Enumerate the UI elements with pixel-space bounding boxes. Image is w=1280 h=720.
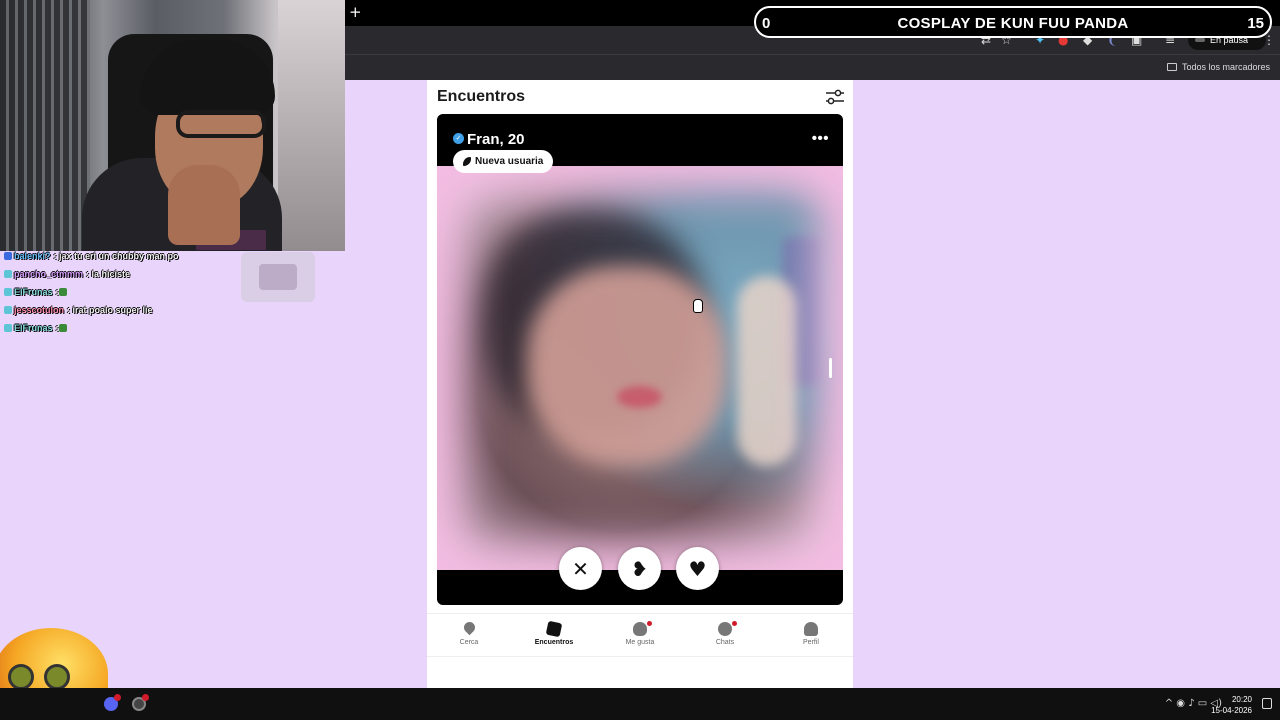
nav-item-chats[interactable]: Chats bbox=[690, 621, 760, 646]
chat-text: : irat poalo super lie bbox=[67, 305, 153, 315]
photo-scroll-indicator bbox=[829, 358, 832, 378]
chat-message: ElFrunas: bbox=[4, 322, 334, 340]
new-user-label: Nueva usuaria bbox=[475, 156, 544, 167]
all-bookmarks-button[interactable]: Todos los marcadores bbox=[1166, 62, 1270, 72]
overlay-ghost-icon bbox=[241, 252, 315, 302]
more-options-icon[interactable]: ••• bbox=[812, 130, 829, 147]
like-button[interactable]: ♥ bbox=[676, 547, 719, 590]
chat-emote-icon bbox=[58, 324, 67, 332]
streamer-hand bbox=[168, 165, 240, 245]
notification-badge bbox=[142, 694, 149, 701]
notification-icon[interactable] bbox=[1262, 698, 1272, 709]
bottom-navigation: Cerca Encuentros Me gusta Chats Perfil bbox=[427, 613, 853, 657]
chat-text: : jax tu eri un chubby man po bbox=[53, 251, 179, 261]
all-bookmarks-label: Todos los marcadores bbox=[1181, 62, 1270, 72]
nav-label: Encuentros bbox=[534, 639, 574, 646]
clock-time: 20:20 bbox=[1231, 695, 1252, 704]
emoji-eye bbox=[44, 664, 70, 690]
chat-bubble-icon bbox=[718, 622, 732, 636]
nav-label: Me gusta bbox=[625, 639, 655, 646]
new-user-badge: Nueva usuaria bbox=[453, 150, 554, 173]
hand-cursor-icon bbox=[693, 299, 703, 313]
location-pin-icon bbox=[461, 619, 477, 636]
chat-badge-icon bbox=[4, 306, 12, 314]
avatar bbox=[1195, 38, 1205, 42]
glasses bbox=[176, 110, 266, 138]
profile-photo[interactable] bbox=[437, 166, 843, 570]
nav-label: Perfil bbox=[803, 639, 819, 646]
heart-chat-icon bbox=[633, 622, 647, 636]
person-icon bbox=[804, 622, 818, 636]
notification-badge bbox=[114, 694, 121, 701]
nav-item-encuentros[interactable]: Encuentros bbox=[519, 620, 589, 646]
chat-username[interactable]: pancho_ctmmm bbox=[14, 269, 83, 279]
verified-check-icon: ✓ bbox=[453, 133, 464, 144]
chat-username[interactable]: ElFrunas bbox=[14, 287, 53, 297]
new-tab-button[interactable]: + bbox=[349, 3, 362, 21]
close-icon: ✕ bbox=[572, 556, 589, 581]
taskbar: ^ ◉ ♪ ▭ ◁) 20:20 15-04-2026 bbox=[0, 688, 1280, 720]
cards-icon bbox=[545, 620, 563, 638]
nav-label: Chats bbox=[715, 639, 735, 646]
chat-badge-icon bbox=[4, 252, 12, 260]
chat-badge-icon bbox=[4, 270, 12, 278]
crush-button[interactable]: ❥ bbox=[618, 547, 661, 590]
stream-counter-overlay: 0 COSPLAY DE KUN FUU PANDA 15 bbox=[754, 6, 1272, 38]
chat-text: : la hiciste bbox=[86, 269, 131, 279]
heart-icon: ♥ bbox=[688, 556, 707, 581]
photo-vignette bbox=[437, 166, 843, 570]
folder-icon bbox=[1166, 63, 1177, 71]
chat-username[interactable]: ElFrunas bbox=[14, 323, 53, 333]
nav-item-perfil[interactable]: Perfil bbox=[776, 622, 846, 646]
notification-dot bbox=[732, 621, 737, 626]
page-title: Encuentros bbox=[437, 88, 526, 105]
chat-username[interactable]: jesscotulon bbox=[14, 305, 64, 315]
overlay-title: COSPLAY DE KUN FUU PANDA bbox=[897, 15, 1129, 32]
nav-item-me-gusta[interactable]: Me gusta bbox=[605, 621, 675, 646]
chat-badge-icon bbox=[4, 324, 12, 332]
counter-right: 15 bbox=[1247, 15, 1264, 32]
emoji-eye bbox=[8, 664, 34, 690]
profile-name-age: Fran, 20 bbox=[467, 131, 525, 148]
clock[interactable]: 20:20 15-04-2026 bbox=[1211, 694, 1252, 716]
window-blind bbox=[0, 0, 90, 251]
dating-app-panel: Encuentros ✓ Fran, 20 ••• Nueva usuaria … bbox=[427, 80, 853, 688]
webcam-feed bbox=[0, 0, 345, 251]
leaf-icon bbox=[463, 157, 471, 166]
nav-label: Cerca bbox=[459, 639, 479, 646]
notification-dot bbox=[647, 621, 652, 626]
ghost-icon-inner bbox=[259, 264, 297, 290]
profile-card[interactable]: ✓ Fran, 20 ••• Nueva usuaria ✕ ❥ ♥ bbox=[437, 114, 843, 605]
chat-username[interactable]: balenki? bbox=[14, 251, 51, 261]
heart-arrow-icon: ❥ bbox=[631, 556, 648, 581]
pass-button[interactable]: ✕ bbox=[559, 547, 602, 590]
filter-sliders-icon[interactable] bbox=[825, 89, 845, 105]
nav-item-cerca[interactable]: Cerca bbox=[434, 619, 504, 646]
chat-message: jesscotulon: irat poalo super lie bbox=[4, 304, 334, 322]
clock-date: 15-04-2026 bbox=[1211, 706, 1252, 715]
background-wall bbox=[278, 0, 345, 251]
chat-emote-icon bbox=[58, 288, 67, 296]
chat-badge-icon bbox=[4, 288, 12, 296]
bookmarks-bar: Todos los marcadores bbox=[345, 54, 1280, 80]
